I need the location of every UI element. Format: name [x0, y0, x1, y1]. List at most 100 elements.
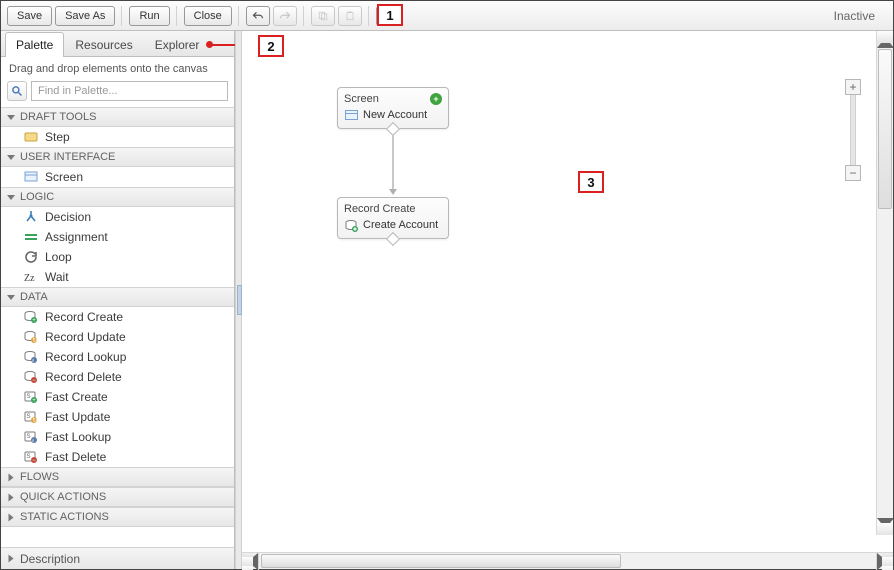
- description-section[interactable]: Description: [1, 547, 234, 569]
- section-data[interactable]: DATA: [1, 287, 234, 307]
- chevron-right-icon: [9, 493, 14, 501]
- callout-2: 2: [258, 35, 284, 57]
- db-icon: S+: [23, 389, 39, 405]
- palette-item-record-update[interactable]: ↻ Record Update: [1, 327, 234, 347]
- db-icon: −: [23, 369, 39, 385]
- undo-button[interactable]: [246, 6, 270, 26]
- decision-icon: [23, 209, 39, 225]
- item-label: Screen: [45, 170, 83, 184]
- svg-text:S: S: [27, 434, 31, 440]
- triangle-right-icon: [877, 553, 893, 570]
- item-label: Fast Update: [45, 410, 110, 424]
- triangle-up-icon: [877, 31, 893, 48]
- section-label: DATA: [20, 291, 48, 303]
- close-button[interactable]: Close: [184, 6, 232, 26]
- item-label: Fast Create: [45, 390, 108, 404]
- section-draft-tools[interactable]: DRAFT TOOLS: [1, 107, 234, 127]
- search-button[interactable]: [7, 81, 27, 101]
- copy-button[interactable]: [311, 6, 335, 26]
- section-label: LOGIC: [20, 191, 54, 203]
- tab-explorer[interactable]: Explorer: [144, 32, 211, 57]
- save-as-button[interactable]: Save As: [55, 6, 115, 26]
- horizontal-scrollbar[interactable]: [242, 552, 893, 569]
- section-label: QUICK ACTIONS: [20, 491, 106, 503]
- callout-1: 1: [377, 4, 403, 26]
- node-subtitle: New Account: [363, 109, 427, 121]
- chevron-down-icon: [7, 295, 15, 300]
- palette-item-screen[interactable]: Screen: [1, 167, 234, 187]
- palette-item-record-delete[interactable]: −Record Delete: [1, 367, 234, 387]
- plus-icon: +: [430, 93, 442, 105]
- palette-item-fast-create[interactable]: S+ Fast Create: [1, 387, 234, 407]
- section-label: USER INTERFACE: [20, 151, 115, 163]
- palette-item-fast-delete[interactable]: S−Fast Delete: [1, 447, 234, 467]
- redo-button[interactable]: [273, 6, 297, 26]
- section-quick-actions[interactable]: QUICK ACTIONS: [1, 487, 234, 507]
- record-create-icon: [344, 218, 358, 232]
- tab-palette[interactable]: Palette: [5, 32, 64, 57]
- svg-text:S: S: [27, 414, 31, 420]
- palette-item-record-create[interactable]: +Record Create: [1, 307, 234, 327]
- palette-item-loop[interactable]: Loop: [1, 247, 234, 267]
- zoom-out-button[interactable]: −: [845, 165, 861, 181]
- callout-3: 3: [578, 171, 604, 193]
- save-button[interactable]: Save: [7, 6, 52, 26]
- scroll-right-button[interactable]: [876, 553, 893, 570]
- svg-text:↻: ↻: [32, 417, 37, 424]
- svg-text:⌕: ⌕: [32, 438, 35, 444]
- sidebar-palette: Palette Resources Explorer Drag and drop…: [1, 31, 235, 569]
- node-subtitle: Create Account: [363, 219, 438, 231]
- assignment-icon: [23, 229, 39, 245]
- node-title: Screen: [344, 93, 379, 105]
- scroll-thumb[interactable]: [261, 554, 621, 568]
- node-title: Record Create: [344, 203, 416, 215]
- palette-item-assignment[interactable]: Assignment: [1, 227, 234, 247]
- svg-text:−: −: [32, 458, 36, 464]
- chevron-right-icon: [9, 513, 14, 521]
- paste-button[interactable]: [338, 6, 362, 26]
- section-user-interface[interactable]: USER INTERFACE: [1, 147, 234, 167]
- item-label: Assignment: [45, 230, 108, 244]
- svg-text:↻: ↻: [32, 337, 37, 344]
- section-static-actions[interactable]: STATIC ACTIONS: [1, 507, 234, 527]
- sidebar-splitter[interactable]: [235, 31, 242, 569]
- paste-icon: [344, 10, 356, 22]
- section-label: STATIC ACTIONS: [20, 511, 109, 523]
- section-flows[interactable]: FLOWS: [1, 467, 234, 487]
- flow-canvas[interactable]: 2 3 Screen + New Account: [242, 31, 893, 552]
- palette-search-input[interactable]: [31, 81, 228, 101]
- redo-icon: [279, 10, 291, 22]
- db-icon: +: [23, 309, 39, 325]
- svg-text:+: +: [32, 398, 36, 404]
- connector-handle[interactable]: [386, 232, 400, 246]
- item-label: Decision: [45, 210, 91, 224]
- item-label: Record Update: [45, 330, 126, 344]
- svg-text:Zz: Zz: [24, 273, 35, 284]
- tab-resources[interactable]: Resources: [64, 32, 143, 57]
- canvas-node-screen[interactable]: Screen + New Account: [337, 87, 449, 129]
- palette-item-step[interactable]: Step: [1, 127, 234, 147]
- vertical-scrollbar[interactable]: [876, 31, 893, 535]
- undo-icon: [252, 10, 264, 22]
- scroll-thumb[interactable]: [878, 49, 892, 209]
- item-label: Wait: [45, 270, 69, 284]
- wait-icon: Zz: [23, 269, 39, 285]
- palette-item-wait[interactable]: Zz Wait: [1, 267, 234, 287]
- section-logic[interactable]: LOGIC: [1, 187, 234, 207]
- scroll-up-button[interactable]: [877, 31, 893, 48]
- zoom-in-button[interactable]: +: [845, 79, 861, 95]
- toolbar: Save Save As Run Close 1 Inactive: [1, 1, 893, 31]
- loop-icon: [23, 249, 39, 265]
- palette-item-decision[interactable]: Decision: [1, 207, 234, 227]
- canvas-node-record-create[interactable]: Record Create Create Account: [337, 197, 449, 239]
- palette-item-fast-lookup[interactable]: S⌕Fast Lookup: [1, 427, 234, 447]
- scroll-down-button[interactable]: [877, 518, 893, 535]
- zoom-slider[interactable]: [850, 95, 856, 165]
- db-icon: S⌕: [23, 429, 39, 445]
- chevron-right-icon: [9, 473, 14, 481]
- palette-item-fast-update[interactable]: S↻ Fast Update: [1, 407, 234, 427]
- palette-item-record-lookup[interactable]: ⌕Record Lookup: [1, 347, 234, 367]
- run-button[interactable]: Run: [129, 6, 169, 26]
- scroll-left-button[interactable]: [242, 553, 259, 570]
- chevron-right-icon: [9, 555, 14, 563]
